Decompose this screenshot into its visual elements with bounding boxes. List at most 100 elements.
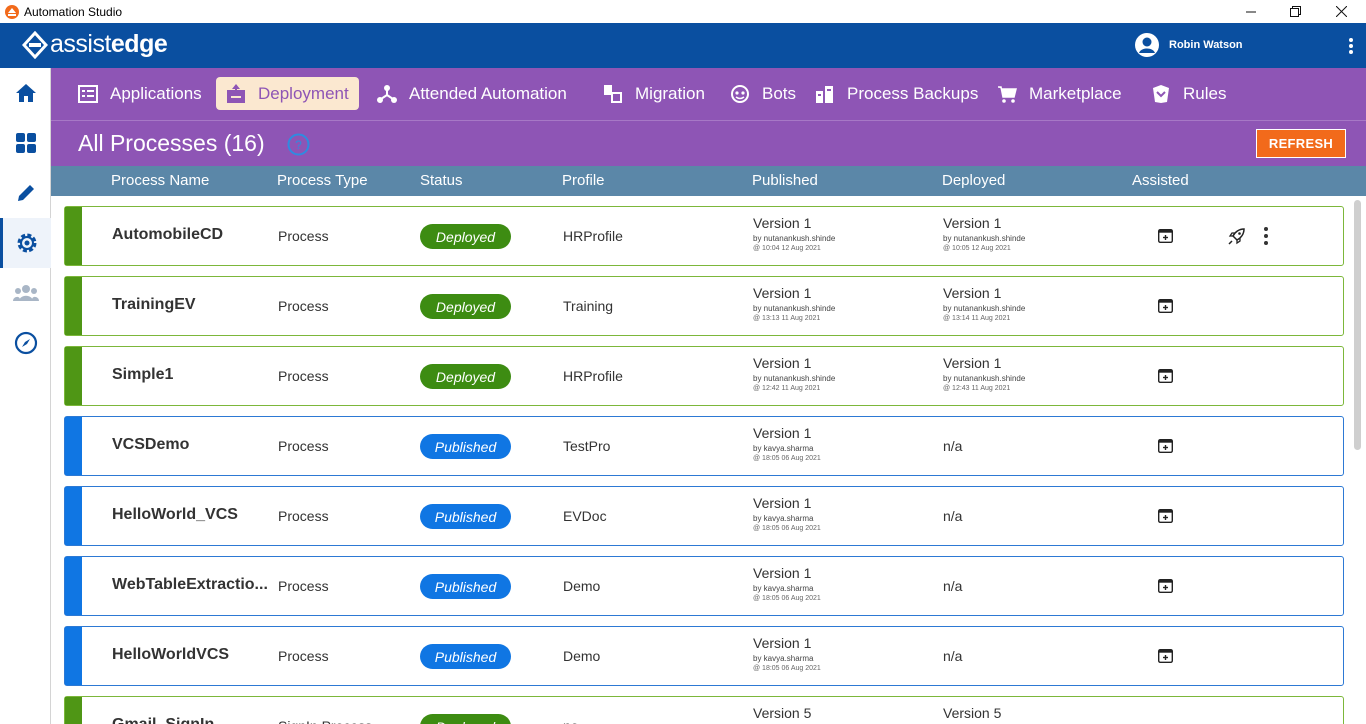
tab-bots-label: Bots <box>762 83 797 103</box>
tab-deployment[interactable]: Deployment <box>216 77 359 110</box>
table-row[interactable]: Simple1 Process Deployed HRProfile Versi… <box>64 346 1344 406</box>
table-row[interactable]: WebTableExtractio... Process Published D… <box>64 556 1344 616</box>
tab-attended-automation[interactable]: Attended Automation <box>367 77 577 110</box>
assisted-toggle-icon[interactable] <box>1158 509 1173 523</box>
pencil-icon <box>17 185 34 201</box>
sidebar-settings[interactable] <box>0 218 51 268</box>
published-at: @ 10:04 12 Aug 2021 <box>753 245 821 252</box>
deployed-version: Version 1 <box>943 215 1002 231</box>
deployed-at: @ 10:05 12 Aug 2021 <box>943 245 1011 252</box>
sidebar-users[interactable] <box>0 268 51 318</box>
tab-bots[interactable]: Bots <box>720 77 806 110</box>
published-version: Version 1 <box>753 285 812 301</box>
process-type: Process <box>278 508 329 524</box>
table-row[interactable]: Gmail_SignIn SignIn Process Deployed no … <box>64 696 1344 724</box>
published-by: nutanankush.shinde <box>763 374 836 383</box>
deployed-version: Version 1 <box>943 355 1002 371</box>
assisted-toggle-icon[interactable] <box>1158 579 1173 593</box>
status-badge: Deployed <box>420 224 511 249</box>
help-icon[interactable]: ? <box>287 133 310 156</box>
attended-automation-icon <box>377 84 397 103</box>
process-name: VCSDemo <box>112 436 190 453</box>
vertical-scrollbar[interactable] <box>1354 200 1361 450</box>
profile: no <box>563 718 579 724</box>
sidebar-explore[interactable] <box>0 318 51 368</box>
deployed-info: Version 1 by nutanankush.shinde @ 10:05 … <box>943 215 1026 252</box>
deployed-info: Version 1 by nutanankush.shinde @ 13:14 … <box>943 285 1026 322</box>
sidebar-home[interactable] <box>0 68 51 118</box>
assisted-toggle-icon[interactable] <box>1158 299 1173 313</box>
published-by: kavya.sharma <box>763 444 814 453</box>
tab-marketplace-label: Marketplace <box>1029 83 1122 103</box>
col-published[interactable]: Published <box>752 172 818 189</box>
assisted-toggle-icon[interactable] <box>1158 229 1173 243</box>
refresh-button[interactable]: REFRESH <box>1256 129 1346 158</box>
process-type: Process <box>278 648 329 664</box>
process-type: Process <box>278 368 329 384</box>
process-list: AutomobileCD Process Deployed HRProfile … <box>51 196 1366 724</box>
tab-applications[interactable]: Applications <box>68 77 212 110</box>
brand-name: assistedge <box>50 30 168 58</box>
compass-icon <box>14 331 37 355</box>
left-sidebar <box>0 68 51 724</box>
tab-process-backups[interactable]: Process Backups <box>805 77 988 110</box>
tab-migration-label: Migration <box>635 83 705 103</box>
sidebar-dashboard[interactable] <box>0 118 51 168</box>
col-assisted[interactable]: Assisted <box>1132 172 1189 189</box>
col-deployed[interactable]: Deployed <box>942 172 1005 189</box>
tab-process-backups-label: Process Backups <box>847 83 979 103</box>
deployed-version: Version 5 <box>943 705 1002 721</box>
tab-migration[interactable]: Migration <box>593 77 715 110</box>
app-menu-button[interactable] <box>1344 35 1358 57</box>
status-badge: Published <box>420 644 511 669</box>
cart-icon <box>998 85 1017 103</box>
process-name: AutomobileCD <box>112 226 224 243</box>
applications-icon <box>78 84 98 103</box>
table-row[interactable]: AutomobileCD Process Deployed HRProfile … <box>64 206 1344 266</box>
process-type: Process <box>278 298 329 314</box>
tab-marketplace[interactable]: Marketplace <box>987 77 1132 110</box>
migration-icon <box>604 84 622 103</box>
deployed-by: nutanankush.shinde <box>953 374 1026 383</box>
assisted-toggle-icon[interactable] <box>1158 439 1173 453</box>
close-button[interactable] <box>1318 0 1364 23</box>
rocket-icon[interactable] <box>1227 227 1246 246</box>
deployed-version: Version 1 <box>943 285 1002 301</box>
col-process-name[interactable]: Process Name <box>111 172 209 189</box>
row-menu-button[interactable] <box>1262 227 1270 245</box>
table-row[interactable]: VCSDemo Process Published TestPro Versio… <box>64 416 1344 476</box>
status-badge: Published <box>420 504 511 529</box>
minimize-button[interactable] <box>1228 0 1274 23</box>
process-type: Process <box>278 438 329 454</box>
col-profile[interactable]: Profile <box>562 172 605 189</box>
user-menu[interactable]: Robin Watson <box>1135 33 1243 57</box>
col-process-type[interactable]: Process Type <box>277 172 368 189</box>
tab-rules[interactable]: Rules <box>1141 77 1236 110</box>
sidebar-editor[interactable] <box>0 168 51 218</box>
deployed-by: nutanankush.shinde <box>953 304 1026 313</box>
table-row[interactable]: HelloWorldVCS Process Published Demo Ver… <box>64 626 1344 686</box>
published-version: Version 1 <box>753 635 812 651</box>
process-name: WebTableExtractio... <box>112 576 268 593</box>
assisted-toggle-icon[interactable] <box>1158 369 1173 383</box>
published-at: @ 18:05 06 Aug 2021 <box>753 665 821 672</box>
published-at: @ 18:05 06 Aug 2021 <box>753 595 821 602</box>
assisted-toggle-icon[interactable] <box>1158 649 1173 663</box>
published-by: kavya.sharma <box>763 654 814 663</box>
status-badge: Deployed <box>420 364 511 389</box>
published-info: Version 1 by nutanankush.shinde @ 12:42 … <box>753 355 836 392</box>
svg-text:?: ? <box>295 138 302 152</box>
page-title: All Processes (16) <box>78 130 265 156</box>
restore-button[interactable] <box>1272 0 1318 23</box>
bots-icon <box>731 84 749 103</box>
process-name: HelloWorld_VCS <box>112 506 238 523</box>
col-status[interactable]: Status <box>420 172 463 189</box>
process-type: Process <box>278 228 329 244</box>
window-title: Automation Studio <box>24 4 123 19</box>
tab-rules-label: Rules <box>1183 83 1227 103</box>
published-at: @ 12:42 11 Aug 2021 <box>753 385 821 392</box>
published-info: Version 1 by nutanankush.shinde @ 10:04 … <box>753 215 836 252</box>
profile: Training <box>563 298 614 314</box>
table-row[interactable]: HelloWorld_VCS Process Published EVDoc V… <box>64 486 1344 546</box>
table-row[interactable]: TrainingEV Process Deployed Training Ver… <box>64 276 1344 336</box>
